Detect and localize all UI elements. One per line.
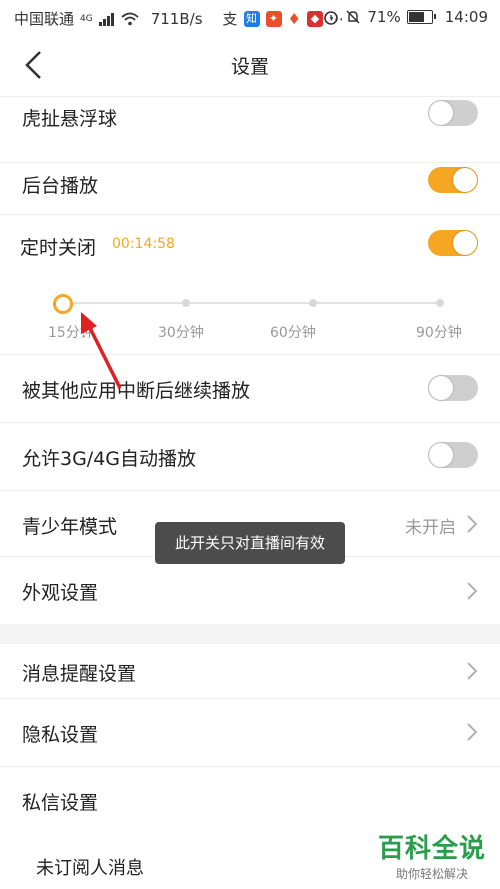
setting-private-message: 私信设置: [0, 766, 500, 832]
setting-label: 虎扯悬浮球: [22, 108, 118, 130]
slider-stop[interactable]: [436, 299, 444, 307]
setting-background-play: 后台播放: [0, 162, 500, 215]
status-bar: 中国联通 4G 711B/s 支 知 ✦ ♦ ◆ ⋯ 71% 14:09: [0, 0, 500, 34]
setting-label: 私信设置: [22, 792, 99, 814]
battery-icon: [406, 10, 436, 24]
slider-track[interactable]: [62, 302, 442, 304]
slider-stop[interactable]: [182, 299, 190, 307]
setting-resume-after-interrupt: 被其他应用中断后继续播放: [0, 355, 500, 423]
setting-label: 未订阅人消息: [36, 858, 144, 879]
sleep-timer-toggle[interactable]: [428, 230, 478, 256]
section-gap: [0, 624, 500, 644]
page-title: 设置: [230, 56, 269, 78]
setting-label: 后台播放: [22, 175, 99, 197]
app-icon: ◆: [306, 10, 323, 27]
setting-label: 允许3G/4G自动播放: [22, 448, 197, 470]
setting-label: 隐私设置: [22, 724, 99, 746]
timer-option[interactable]: 60分钟: [270, 322, 316, 342]
setting-label: 被其他应用中断后继续播放: [22, 380, 251, 402]
floating-ball-toggle[interactable]: [428, 100, 478, 126]
mute-bell-icon: [346, 10, 360, 24]
setting-mobile-autoplay: 允许3G/4G自动播放: [0, 422, 500, 491]
network-speed: 711B/s: [150, 9, 203, 28]
setting-label: 青少年模式: [22, 516, 118, 538]
timer-option[interactable]: 30分钟: [158, 322, 204, 342]
background-play-toggle[interactable]: [428, 167, 478, 193]
battery-percent: 71%: [367, 8, 401, 26]
toast-message: 此开关只对直播间有效: [155, 522, 345, 564]
chevron-right-icon: [467, 515, 478, 533]
watermark-subtitle: 助你轻松解决: [395, 867, 468, 881]
timer-option[interactable]: 15分钟: [48, 322, 94, 342]
nav-bar: 设置: [0, 34, 500, 97]
teen-mode-status: 未开启: [405, 518, 456, 538]
setting-floating-ball: 虎扯悬浮球: [0, 96, 500, 163]
shop-icon: ✦: [265, 10, 282, 27]
signal-icon: [98, 12, 114, 26]
watermark-title: 百科全说: [377, 834, 486, 864]
setting-label: 消息提醒设置: [22, 663, 137, 685]
slider-handle[interactable]: [53, 294, 73, 314]
setting-privacy[interactable]: 隐私设置: [0, 698, 500, 767]
zhihu-icon: 知: [243, 10, 260, 27]
alipay-icon: 支: [222, 10, 238, 28]
slider-stop[interactable]: [309, 299, 317, 307]
timer-countdown: 00:14:58: [112, 236, 175, 252]
resume-toggle[interactable]: [428, 375, 478, 401]
setting-label: 定时关闭: [20, 237, 97, 259]
chevron-right-icon: [467, 582, 478, 600]
setting-appearance[interactable]: 外观设置: [0, 556, 500, 624]
mobile-autoplay-toggle[interactable]: [428, 442, 478, 468]
alarm-icon: [324, 11, 339, 25]
timer-option[interactable]: 90分钟: [416, 322, 462, 342]
setting-notifications[interactable]: 消息提醒设置: [0, 644, 500, 699]
wifi-icon: [121, 12, 139, 25]
map-pin-icon: ♦: [287, 9, 301, 28]
network-type: 4G: [80, 13, 93, 24]
setting-label: 外观设置: [22, 582, 99, 604]
carrier-name: 中国联通: [14, 10, 75, 28]
chevron-right-icon: [467, 723, 478, 741]
chevron-right-icon: [467, 662, 478, 680]
watermark-logo: 百科全说 助你轻松解决: [378, 828, 486, 882]
clock-time: 14:09: [444, 8, 488, 26]
